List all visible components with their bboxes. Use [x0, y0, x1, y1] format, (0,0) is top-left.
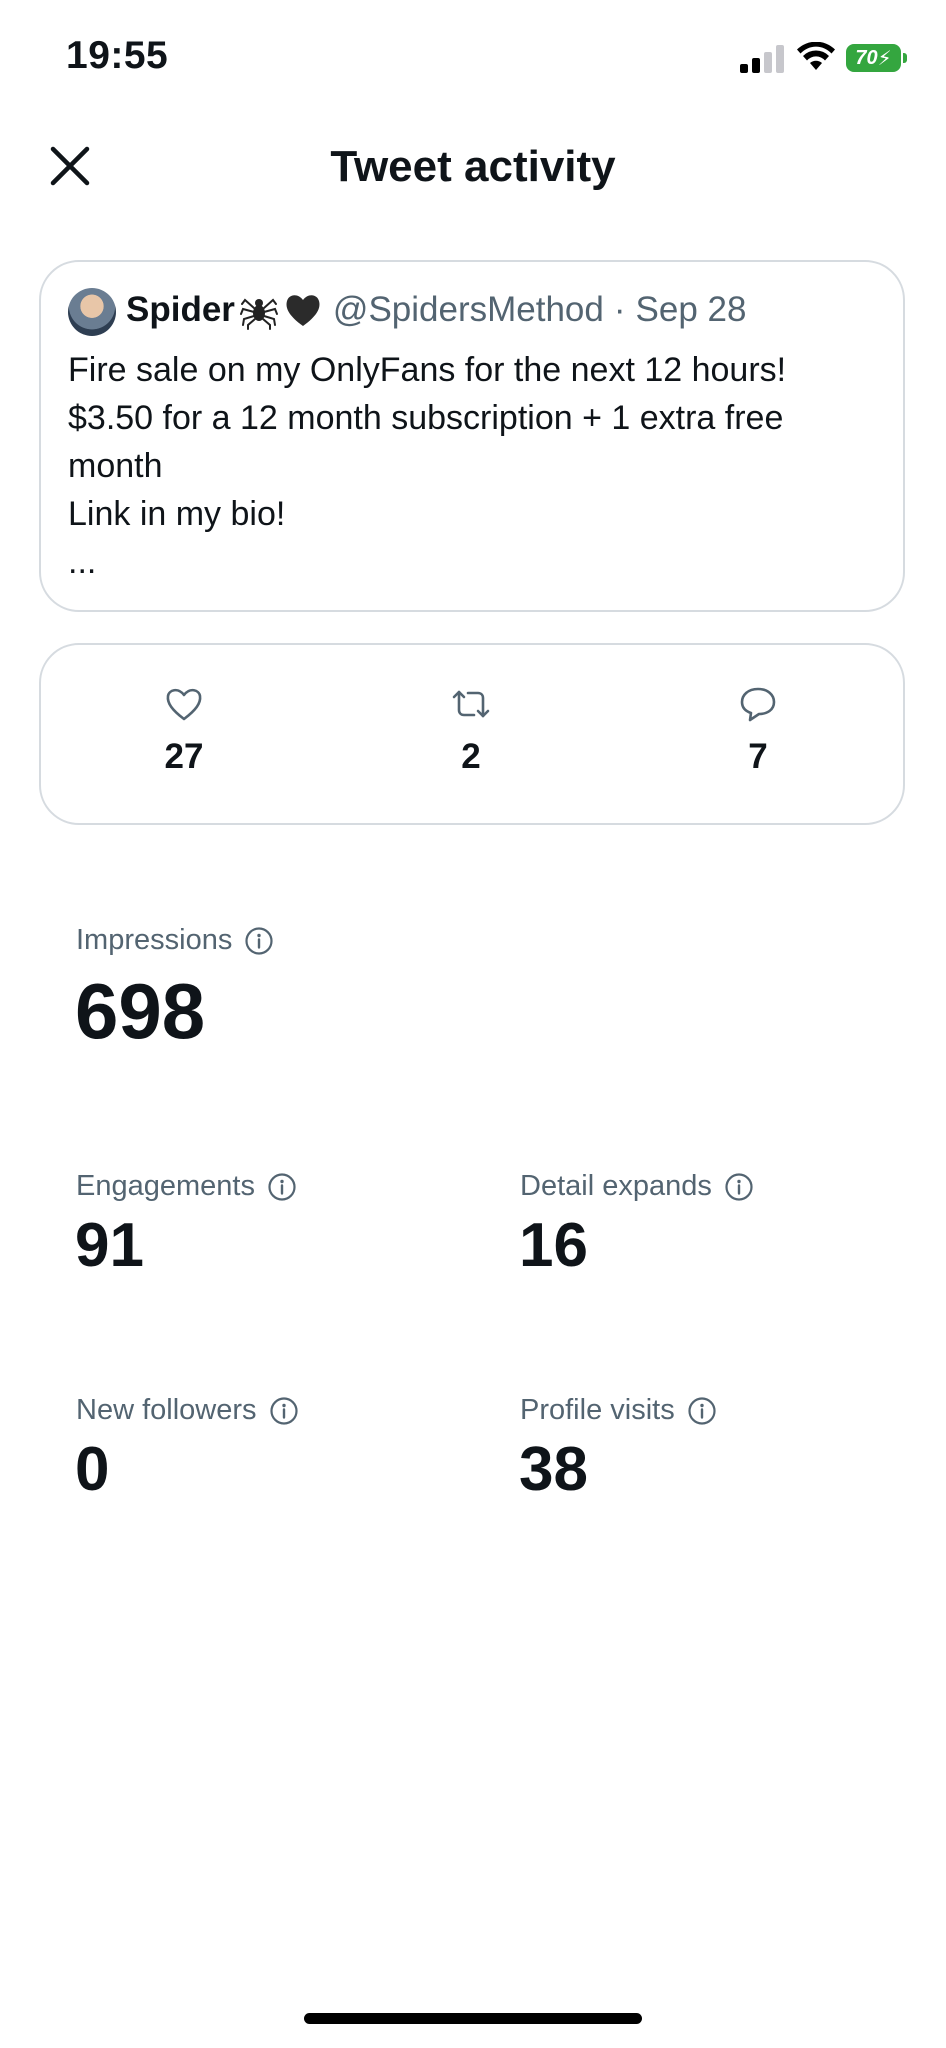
charging-bolt-icon: ⚡ — [877, 47, 892, 70]
tweet-line: Fire sale on my OnlyFans for the next 12… — [68, 351, 787, 389]
info-icon[interactable] — [269, 1396, 299, 1426]
tweet-line: month — [68, 447, 163, 485]
info-icon[interactable] — [267, 1172, 297, 1202]
close-icon[interactable] — [48, 144, 92, 188]
tweet-date: Sep 28 — [635, 290, 747, 329]
new-followers-label: New followers — [76, 1394, 299, 1427]
battery-level: 70 — [855, 46, 878, 69]
profile-visits-label-text: Profile visits — [520, 1394, 675, 1426]
detail-expands-value: 16 — [519, 1211, 588, 1280]
tweet-author-line: Spider @SpidersMethod · Sep 28 — [126, 290, 746, 330]
impressions-label-text: Impressions — [76, 924, 233, 956]
tweet-ellipsis: ... — [68, 543, 97, 581]
battery-nub — [903, 53, 907, 63]
retweets-stat[interactable]: 2 — [411, 683, 531, 777]
likes-stat[interactable]: 27 — [124, 683, 244, 777]
status-time: 19:55 — [66, 34, 169, 77]
separator-dot: · — [613, 290, 626, 329]
engagements-label-text: Engagements — [76, 1170, 255, 1202]
black-heart-icon — [286, 295, 320, 326]
author-handle[interactable]: @SpidersMethod — [333, 290, 604, 330]
tweet-line: $3.50 for a 12 month subscription + 1 ex… — [68, 399, 784, 437]
author-name[interactable]: Spider — [126, 290, 235, 330]
profile-visits-value: 38 — [519, 1435, 588, 1504]
engagements-label: Engagements — [76, 1170, 297, 1203]
profile-visits-label: Profile visits — [520, 1394, 717, 1427]
new-followers-label-text: New followers — [76, 1394, 257, 1426]
retweet-icon — [452, 690, 490, 718]
cellular-signal-icon — [740, 45, 784, 73]
wifi-icon — [797, 42, 835, 70]
tweet-line: Link in my bio! — [68, 495, 286, 533]
spider-icon — [239, 298, 278, 330]
home-indicator[interactable] — [304, 2013, 642, 2024]
tweet-text: Fire sale on my OnlyFans for the next 12… — [68, 346, 888, 586]
avatar[interactable] — [68, 288, 116, 336]
impressions-label: Impressions — [76, 924, 274, 957]
heart-icon — [166, 688, 202, 721]
likes-count: 27 — [164, 737, 204, 776]
detail-expands-label: Detail expands — [520, 1170, 754, 1203]
engagements-value: 91 — [75, 1211, 144, 1280]
replies-stat[interactable]: 7 — [698, 683, 818, 777]
new-followers-value: 0 — [75, 1435, 110, 1504]
impressions-value: 698 — [75, 967, 206, 1055]
reply-icon — [740, 687, 776, 722]
page-title: Tweet activity — [330, 142, 616, 191]
info-icon[interactable] — [724, 1172, 754, 1202]
detail-expands-label-text: Detail expands — [520, 1170, 712, 1202]
replies-count: 7 — [748, 737, 768, 776]
retweets-count: 2 — [461, 737, 481, 776]
battery-indicator: 70 ⚡ — [846, 44, 901, 72]
info-icon[interactable] — [687, 1396, 717, 1426]
info-icon[interactable] — [244, 926, 274, 956]
